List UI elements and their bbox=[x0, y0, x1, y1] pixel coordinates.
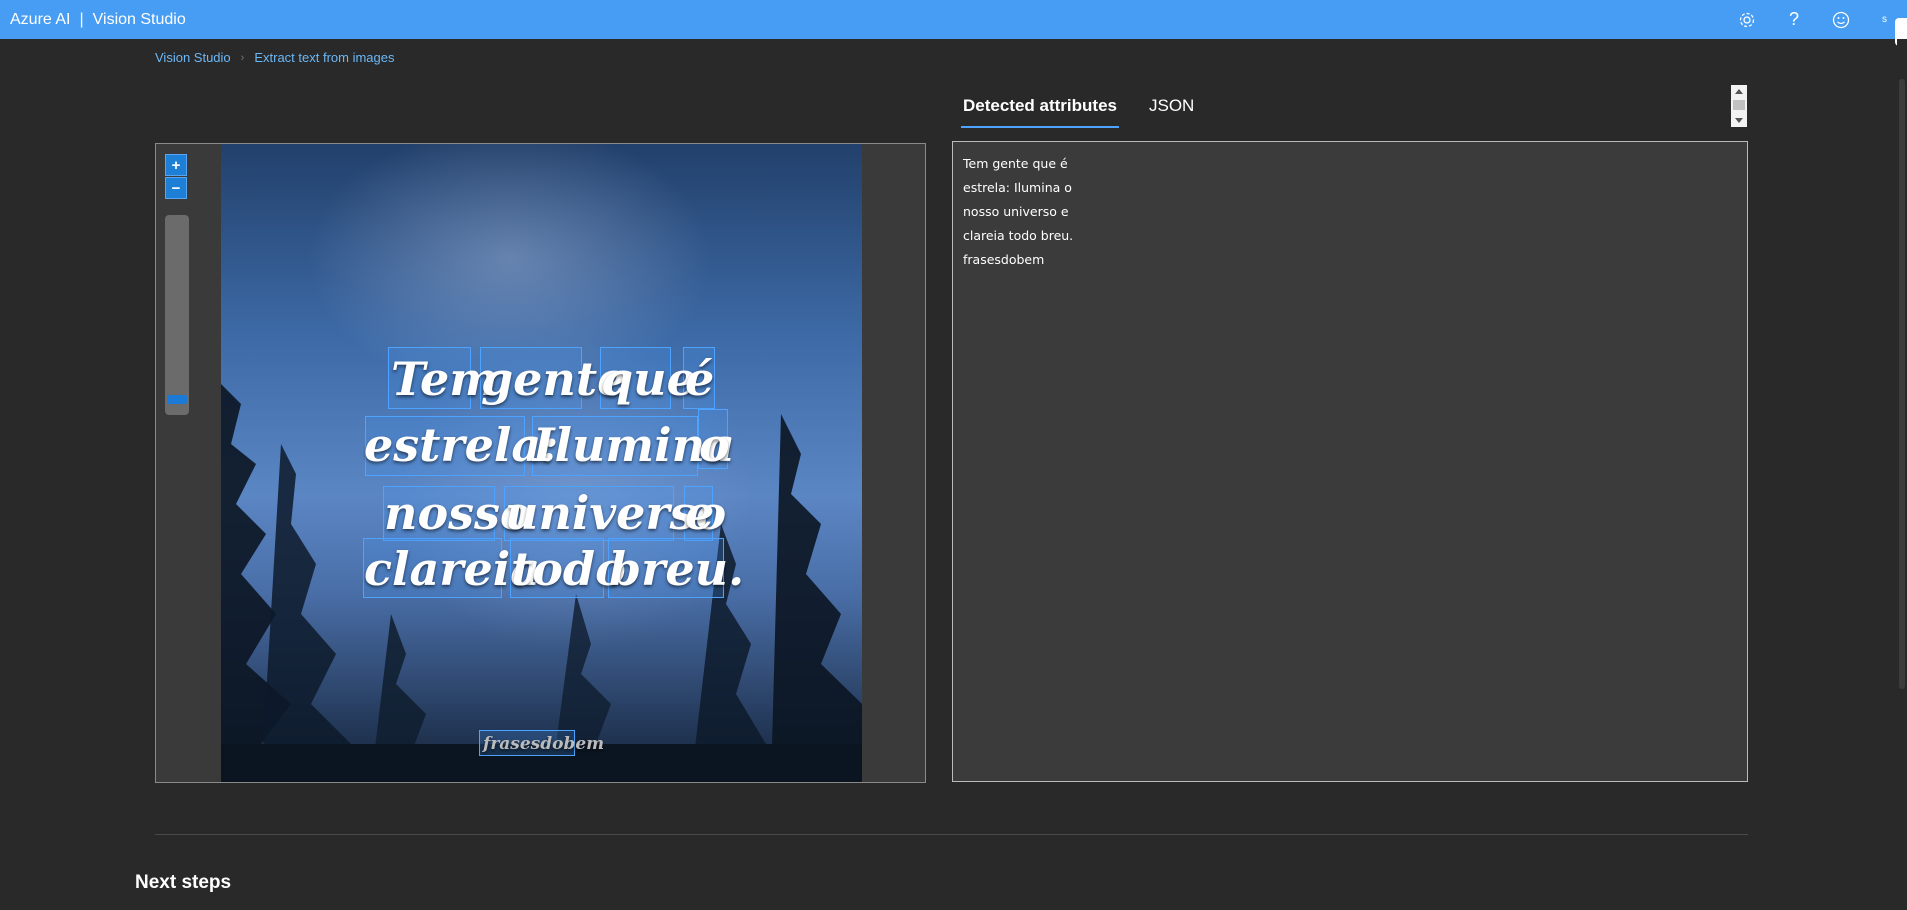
settings-gear-icon[interactable] bbox=[1736, 9, 1758, 31]
tabs-scrollbar[interactable] bbox=[1731, 85, 1747, 127]
brand-name: Azure AI bbox=[10, 10, 71, 28]
tab-json[interactable]: JSON bbox=[1147, 90, 1196, 128]
image-word: breu. bbox=[609, 542, 745, 596]
page-scrollbar[interactable] bbox=[1897, 39, 1907, 910]
analyzed-image: Tem gente que é estrela: Ilumina o nosso… bbox=[221, 144, 862, 782]
image-word: e bbox=[685, 486, 715, 540]
avatar[interactable]: s bbox=[1882, 14, 1887, 25]
detected-line: frasesdobem bbox=[963, 252, 1045, 267]
image-watermark: frasesdobem bbox=[483, 734, 605, 754]
zoom-slider[interactable] bbox=[165, 215, 189, 415]
feedback-smiley-icon[interactable] bbox=[1830, 9, 1852, 31]
image-viewer: + − Tem gente que é estrela: Ilumina o n… bbox=[155, 143, 926, 783]
image-quote-text: Tem gente que é estrela: Ilumina o nosso… bbox=[221, 144, 862, 782]
brand[interactable]: Azure AI | Vision Studio bbox=[10, 11, 186, 29]
scroll-thumb[interactable] bbox=[1733, 100, 1745, 110]
image-word: que bbox=[601, 352, 696, 406]
detected-line: clareia todo breu. bbox=[963, 228, 1074, 243]
breadcrumb-extract-text[interactable]: Extract text from images bbox=[254, 50, 394, 66]
top-bar: Azure AI | Vision Studio ? s bbox=[0, 0, 1907, 46]
breadcrumb-chevron-icon: › bbox=[240, 52, 245, 64]
zoom-out-button[interactable]: − bbox=[165, 177, 187, 199]
image-word: o bbox=[699, 418, 730, 472]
scroll-up-icon[interactable] bbox=[1735, 89, 1743, 94]
breadcrumb: Vision Studio › Extract text from images bbox=[155, 50, 394, 66]
detected-line: Tem gente que é bbox=[963, 156, 1068, 171]
detected-text-panel: Tem gente que é estrela: Ilumina o nosso… bbox=[952, 141, 1748, 782]
zoom-slider-thumb[interactable] bbox=[167, 395, 187, 404]
next-steps-heading: Next steps bbox=[135, 872, 232, 893]
help-question-icon[interactable]: ? bbox=[1783, 9, 1805, 31]
tab-detected-attributes[interactable]: Detected attributes bbox=[961, 90, 1119, 128]
section-divider bbox=[155, 834, 1748, 835]
brand-separator: | bbox=[79, 10, 84, 28]
image-word: é bbox=[685, 352, 715, 406]
result-tabs: Detected attributes JSON bbox=[961, 90, 1224, 128]
top-icons: ? s bbox=[1711, 0, 1887, 39]
product-name: Vision Studio bbox=[92, 10, 186, 28]
scroll-down-icon[interactable] bbox=[1735, 118, 1743, 123]
page-scroll-thumb[interactable] bbox=[1899, 79, 1905, 689]
detected-line: nosso universo e bbox=[963, 204, 1069, 219]
breadcrumb-vision-studio[interactable]: Vision Studio bbox=[155, 50, 231, 66]
zoom-in-button[interactable]: + bbox=[165, 154, 187, 176]
image-word: estrela: bbox=[364, 418, 559, 472]
detected-line: estrela: Ilumina o bbox=[963, 180, 1072, 195]
